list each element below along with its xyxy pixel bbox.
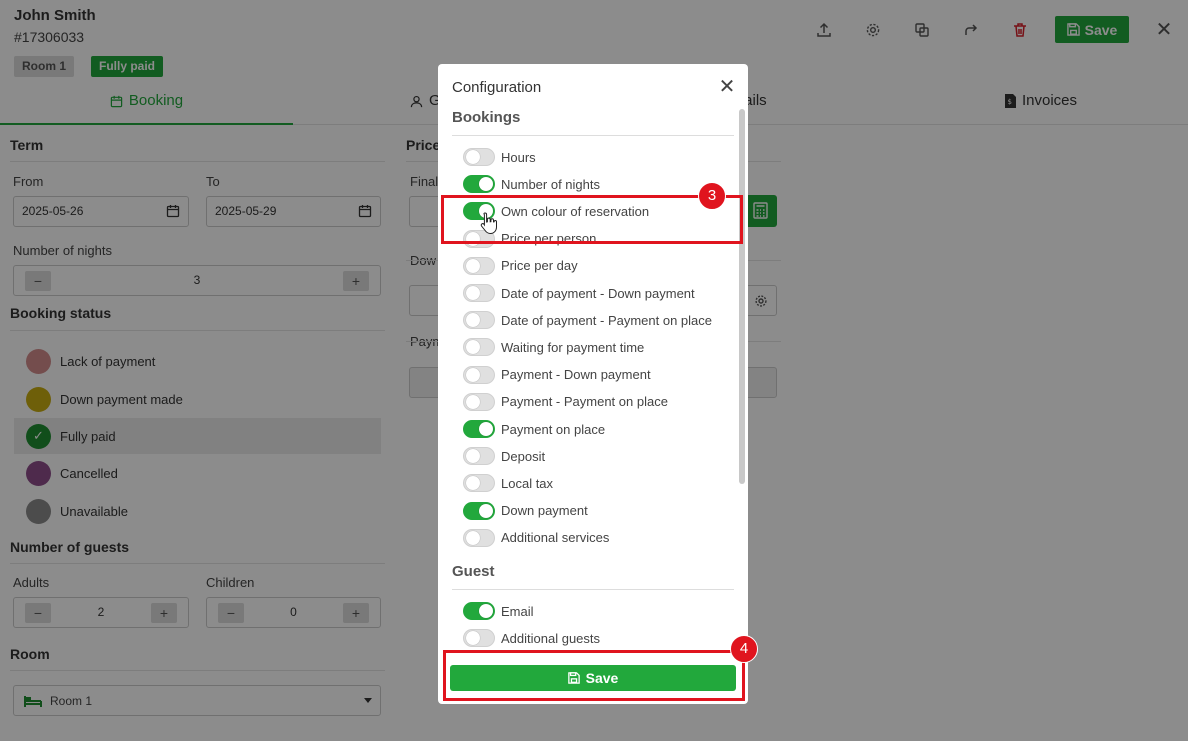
guest-section-title: Guest [452,563,495,580]
step-badge-3: 3 [698,182,726,210]
hand-cursor-icon [480,212,497,235]
config-option-label: Number of nights [501,176,600,192]
config-option-label: Payment - Payment on place [501,394,668,410]
config-option[interactable]: Local tax [463,473,553,493]
config-option-label: Email [501,603,534,619]
config-option[interactable]: Additional services [463,528,609,548]
config-option-label: Payment - Down payment [501,367,651,383]
toggle-switch[interactable] [463,501,495,520]
toggle-switch[interactable] [463,365,495,384]
toggle-switch[interactable] [463,629,495,647]
configuration-modal: Configuration ✕ Bookings Hours Number of … [438,64,748,704]
config-option[interactable]: Date of payment - Payment on place [463,310,712,330]
divider [452,589,734,590]
toggle-switch[interactable] [463,338,495,357]
toggle-switch[interactable] [463,311,495,330]
config-option-label: Additional services [501,530,610,546]
toggle-switch[interactable] [463,284,495,302]
config-option[interactable]: Number of nights [463,174,600,194]
toggle-switch[interactable] [463,474,495,493]
bookings-section-title: Bookings [452,109,521,126]
close-icon[interactable]: ✕ [718,77,736,97]
config-option-label: Deposit [501,448,546,464]
toggle-switch[interactable] [463,148,495,166]
config-option[interactable]: Down payment [463,501,588,521]
config-option[interactable]: Deposit [463,446,545,466]
config-option-label: Payment on place [501,421,606,437]
toggle-switch[interactable] [463,175,495,194]
config-option-label: Price per day [501,258,578,274]
toggle-switch[interactable] [463,528,495,547]
config-option[interactable]: Email [463,601,534,621]
toggle-switch[interactable] [463,256,495,275]
step-badge-4: 4 [730,635,758,663]
modal-title: Configuration [452,79,542,96]
config-option[interactable]: Price per day [463,256,578,276]
config-option-label: Date of payment - Down payment [501,285,695,301]
toggle-switch[interactable] [463,602,495,620]
config-option-label: Waiting for payment time [501,339,645,355]
toggle-switch[interactable] [463,392,495,411]
config-option-label: Additional guests [501,630,601,646]
scrollbar[interactable] [739,109,745,484]
highlight-save [443,650,745,701]
config-option[interactable]: Payment - Payment on place [463,392,668,412]
config-option-label: Hours [501,149,536,165]
config-option-label: Down payment [501,503,588,519]
config-option[interactable]: Date of payment - Down payment [463,283,695,303]
config-option-label: Local tax [501,475,554,491]
toggle-switch[interactable] [463,420,495,438]
divider [452,135,734,136]
config-option[interactable]: Hours [463,147,536,167]
config-option[interactable]: Payment - Down payment [463,365,651,385]
config-option[interactable]: Waiting for payment time [463,337,644,357]
toggle-switch[interactable] [463,447,495,466]
config-option[interactable]: Payment on place [463,419,605,439]
config-option-label: Date of payment - Payment on place [501,312,713,328]
config-option[interactable]: Additional guests [463,628,600,648]
